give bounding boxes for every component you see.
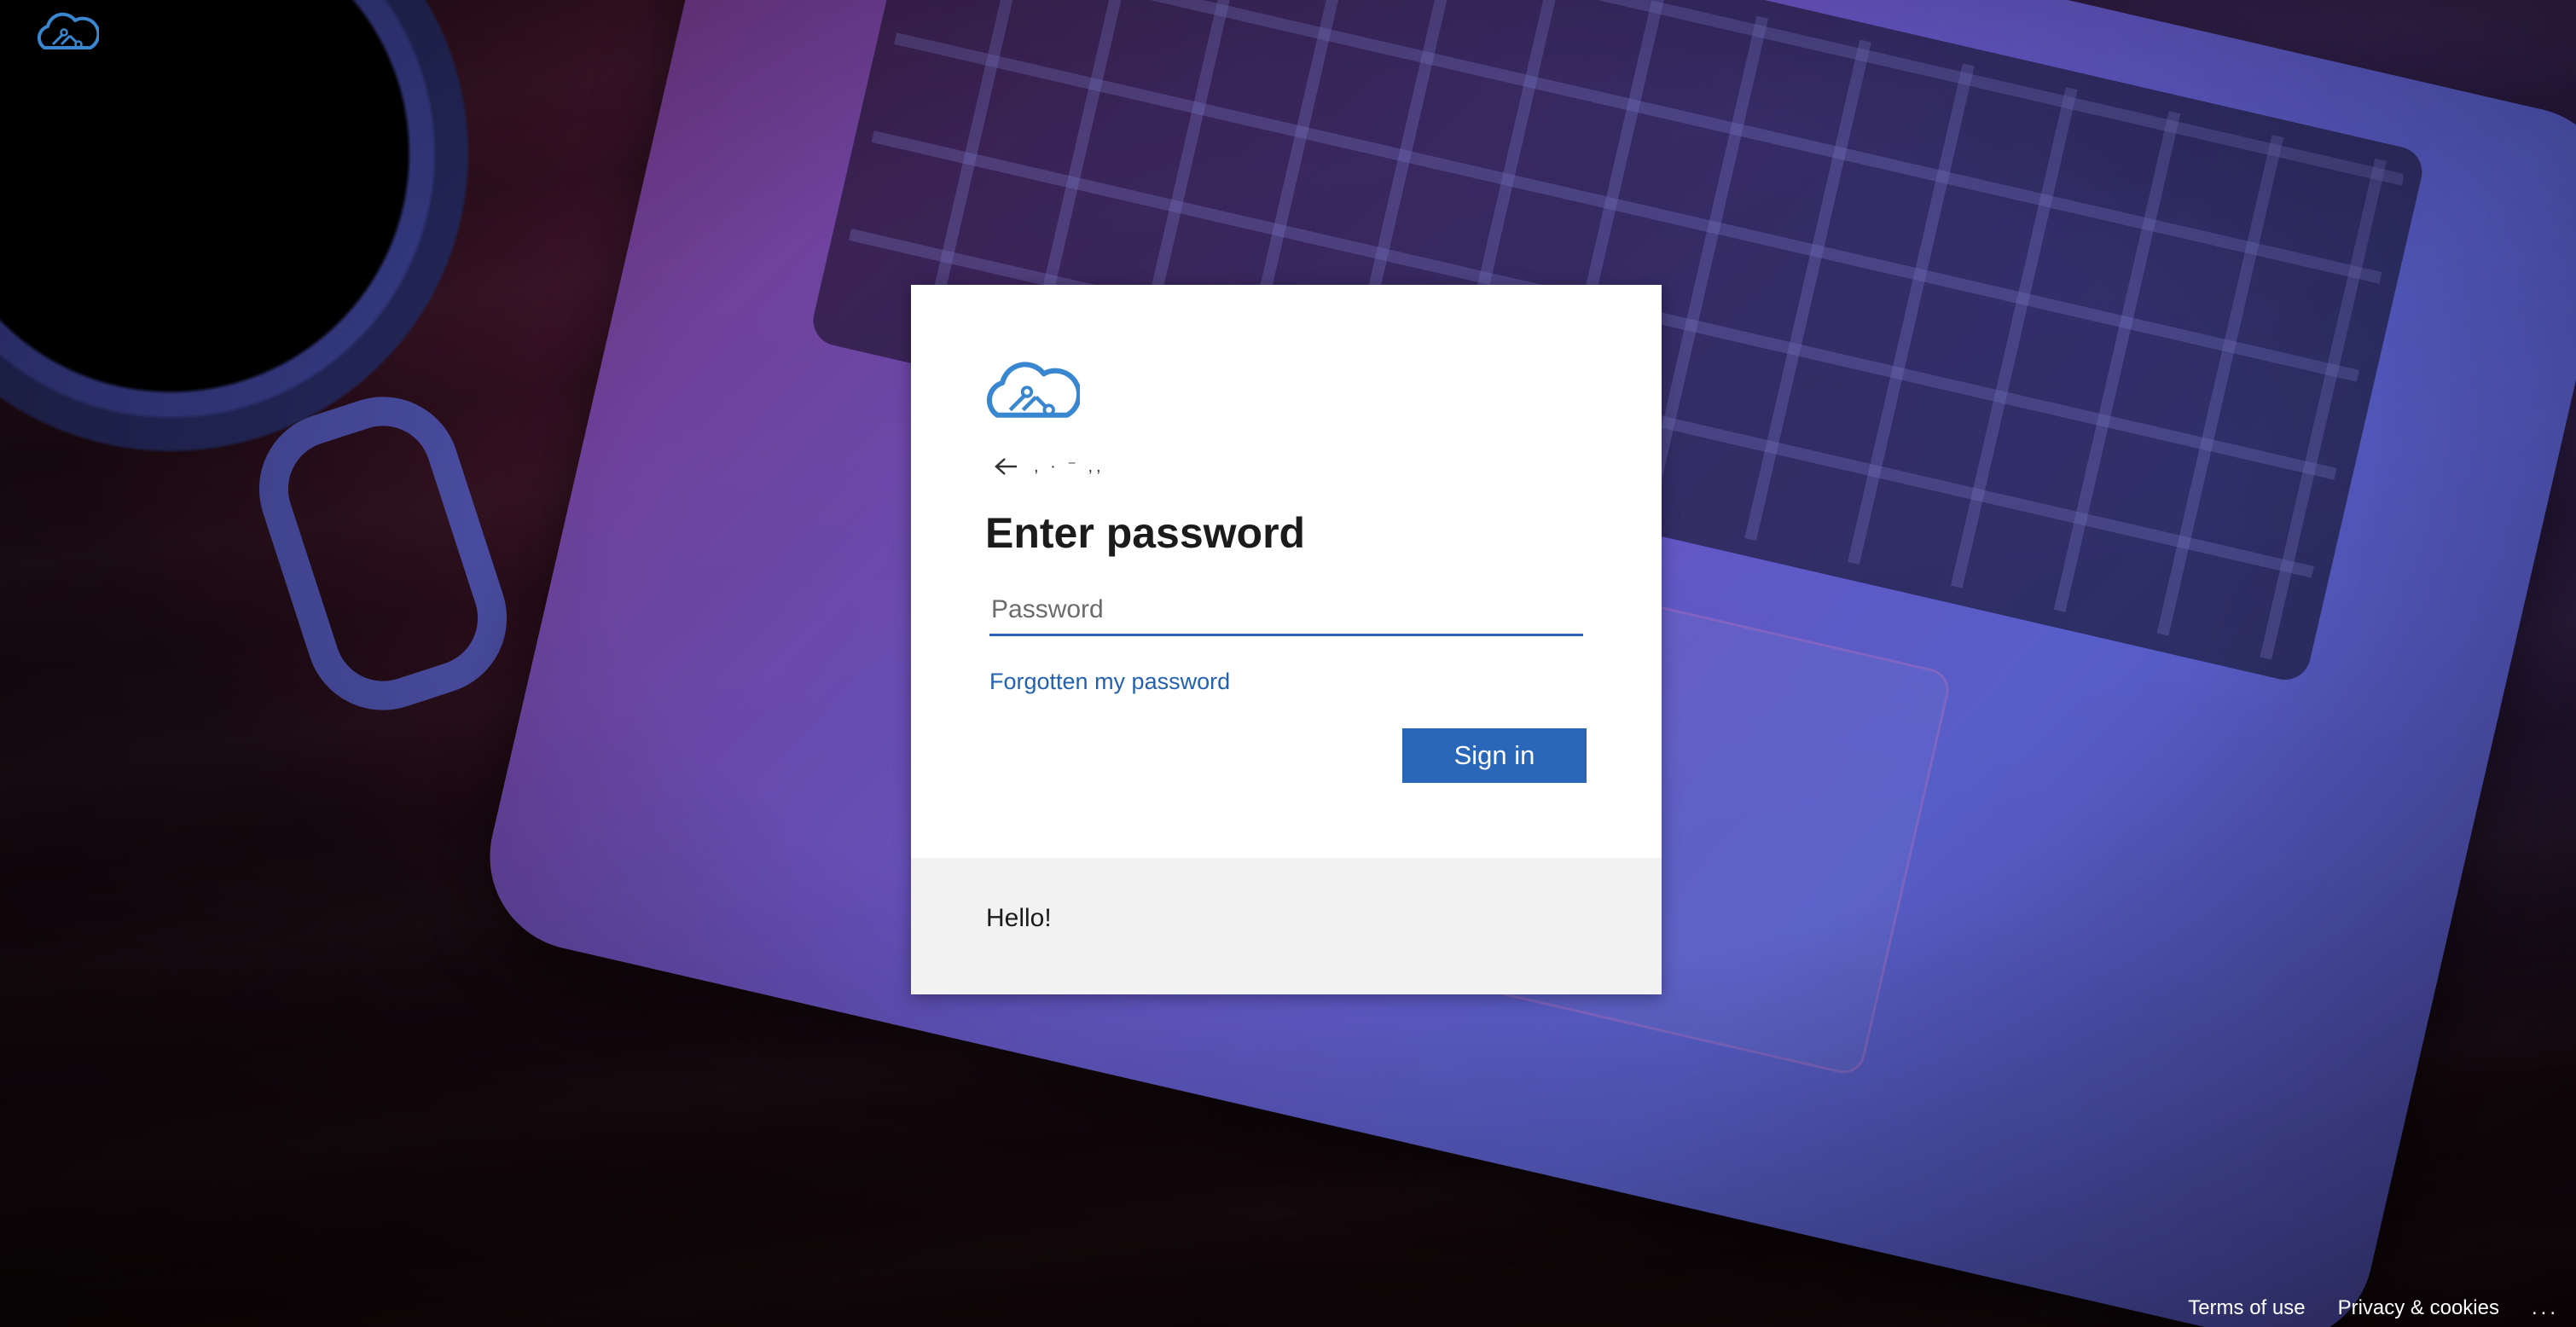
page-footer: Terms of use Privacy & cookies ... bbox=[2188, 1289, 2559, 1327]
arrow-left-icon[interactable] bbox=[993, 453, 1020, 480]
identity-row: , · ⁻ ,, bbox=[993, 452, 1105, 481]
forgot-password-link[interactable]: Forgotten my password bbox=[989, 669, 1230, 695]
privacy-cookies-link[interactable]: Privacy & cookies bbox=[2338, 1296, 2499, 1320]
signin-card: , · ⁻ ,, Enter password Forgotten my pas… bbox=[911, 285, 1662, 994]
password-input[interactable] bbox=[989, 585, 1583, 636]
cloud-circuit-icon bbox=[36, 10, 101, 53]
account-identity: , · ⁻ ,, bbox=[1034, 458, 1105, 475]
signin-card-body: , · ⁻ ,, Enter password Forgotten my pas… bbox=[911, 285, 1662, 858]
terms-of-use-link[interactable]: Terms of use bbox=[2188, 1296, 2305, 1320]
cloud-circuit-icon bbox=[984, 358, 1082, 423]
signin-button[interactable]: Sign in bbox=[1402, 728, 1587, 783]
footer-message: Hello! bbox=[986, 904, 1052, 932]
signin-card-footer: Hello! bbox=[911, 858, 1662, 994]
more-options-icon[interactable]: ... bbox=[2532, 1298, 2559, 1318]
page-title: Enter password bbox=[985, 509, 1306, 557]
